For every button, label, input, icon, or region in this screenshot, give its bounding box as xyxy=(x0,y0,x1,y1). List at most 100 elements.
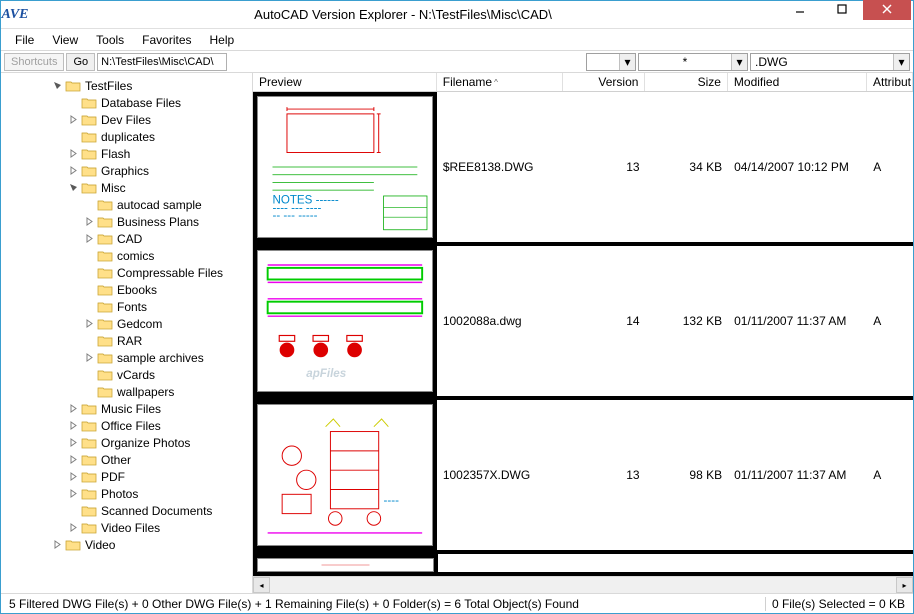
scrollbar-track[interactable] xyxy=(270,577,896,593)
expand-icon[interactable] xyxy=(67,437,79,449)
minimize-button[interactable] xyxy=(779,0,821,20)
menu-favorites[interactable]: Favorites xyxy=(134,31,199,49)
expand-placeholder xyxy=(83,369,95,381)
tree-item[interactable]: autocad sample xyxy=(3,196,250,213)
tree-item[interactable]: Misc xyxy=(3,179,250,196)
column-header-preview[interactable]: Preview xyxy=(253,73,437,91)
tree-item[interactable]: Database Files xyxy=(3,94,250,111)
tree-item[interactable]: RAR xyxy=(3,332,250,349)
cell-modified: 04/14/2007 10:12 PM xyxy=(728,92,867,242)
expand-icon[interactable] xyxy=(67,148,79,160)
tree-item[interactable]: Dev Files xyxy=(3,111,250,128)
expand-icon[interactable] xyxy=(51,539,63,551)
tree-item[interactable]: TestFiles xyxy=(3,77,250,94)
file-row[interactable] xyxy=(253,554,913,576)
filter2-combo[interactable]: * ▾ xyxy=(638,53,748,71)
tree-item-label: Organize Photos xyxy=(101,436,190,450)
horizontal-scrollbar[interactable]: ◂ ▸ xyxy=(253,576,913,593)
folder-icon xyxy=(97,232,113,246)
folder-icon xyxy=(81,164,97,178)
folder-icon xyxy=(97,249,113,263)
tree-item[interactable]: Gedcom xyxy=(3,315,250,332)
column-header-attribut[interactable]: Attribut xyxy=(867,73,913,91)
folder-tree[interactable]: TestFilesDatabase FilesDev Filesduplicat… xyxy=(1,73,253,593)
tree-item[interactable]: sample archives xyxy=(3,349,250,366)
go-button[interactable]: Go xyxy=(66,53,95,71)
scroll-left-button[interactable]: ◂ xyxy=(253,577,270,593)
column-header-version[interactable]: Version xyxy=(563,73,646,91)
tree-item[interactable]: Fonts xyxy=(3,298,250,315)
menubar: FileViewToolsFavoritesHelp xyxy=(1,29,913,51)
tree-item[interactable]: duplicates xyxy=(3,128,250,145)
expand-icon[interactable] xyxy=(67,420,79,432)
folder-icon xyxy=(97,317,113,331)
tree-item[interactable]: Flash xyxy=(3,145,250,162)
path-input[interactable]: N:\TestFiles\Misc\CAD\ xyxy=(97,53,227,71)
expand-icon[interactable] xyxy=(67,454,79,466)
tree-item-label: Flash xyxy=(101,147,130,161)
scroll-right-button[interactable]: ▸ xyxy=(896,577,913,593)
tree-item[interactable]: comics xyxy=(3,247,250,264)
tree-item[interactable]: Ebooks xyxy=(3,281,250,298)
cell-size: 98 KB xyxy=(646,400,729,550)
expand-icon[interactable] xyxy=(67,403,79,415)
file-row[interactable]: ----1002357X.DWG1398 KB01/11/2007 11:37 … xyxy=(253,400,913,554)
expand-icon[interactable] xyxy=(83,318,95,330)
file-row[interactable]: apFiles1002088a.dwg14132 KB01/11/2007 11… xyxy=(253,246,913,400)
tree-item[interactable]: Music Files xyxy=(3,400,250,417)
filter1-combo[interactable]: ▾ xyxy=(586,53,636,71)
menu-view[interactable]: View xyxy=(44,31,86,49)
column-header-filename[interactable]: Filename^ xyxy=(437,73,563,91)
tree-item[interactable]: Compressable Files xyxy=(3,264,250,281)
cell-attr: A xyxy=(867,246,913,396)
tree-item[interactable]: Scanned Documents xyxy=(3,502,250,519)
tree-item[interactable]: PDF xyxy=(3,468,250,485)
close-button[interactable] xyxy=(863,0,911,20)
tree-item[interactable]: Organize Photos xyxy=(3,434,250,451)
folder-icon xyxy=(81,419,97,433)
expand-icon[interactable] xyxy=(83,352,95,364)
expand-placeholder xyxy=(67,97,79,109)
tree-item[interactable]: Office Files xyxy=(3,417,250,434)
expand-icon[interactable] xyxy=(67,165,79,177)
tree-item[interactable]: Business Plans xyxy=(3,213,250,230)
cell-filename: 1002088a.dwg xyxy=(437,246,563,396)
tree-item[interactable]: Graphics xyxy=(3,162,250,179)
expand-placeholder xyxy=(83,267,95,279)
column-header-size[interactable]: Size xyxy=(645,73,728,91)
tree-item-label: Fonts xyxy=(117,300,147,314)
tree-item[interactable]: CAD xyxy=(3,230,250,247)
tree-item-label: Graphics xyxy=(101,164,149,178)
expand-icon[interactable] xyxy=(83,216,95,228)
tree-item-label: Ebooks xyxy=(117,283,157,297)
maximize-button[interactable] xyxy=(821,0,863,20)
expand-icon[interactable] xyxy=(67,114,79,126)
tree-item-label: RAR xyxy=(117,334,142,348)
shortcuts-button[interactable]: Shortcuts xyxy=(4,53,64,71)
tree-item[interactable]: Photos xyxy=(3,485,250,502)
tree-item[interactable]: vCards xyxy=(3,366,250,383)
column-label: Size xyxy=(698,75,721,89)
expand-icon[interactable] xyxy=(67,488,79,500)
file-list[interactable]: NOTES ---------- --- ------ --- -----$RE… xyxy=(253,92,913,576)
menu-tools[interactable]: Tools xyxy=(88,31,132,49)
expand-icon[interactable] xyxy=(67,522,79,534)
file-row[interactable]: NOTES ---------- --- ------ --- -----$RE… xyxy=(253,92,913,246)
column-header-modified[interactable]: Modified xyxy=(728,73,867,91)
menu-help[interactable]: Help xyxy=(202,31,243,49)
tree-item-label: Office Files xyxy=(101,419,161,433)
collapse-icon[interactable] xyxy=(51,80,63,92)
folder-icon xyxy=(97,215,113,229)
filter3-combo[interactable]: .DWG ▾ xyxy=(750,53,910,71)
tree-item-label: autocad sample xyxy=(117,198,202,212)
tree-item[interactable]: Video xyxy=(3,536,250,553)
tree-item[interactable]: Other xyxy=(3,451,250,468)
collapse-icon[interactable] xyxy=(67,182,79,194)
expand-icon[interactable] xyxy=(83,233,95,245)
tree-item[interactable]: wallpapers xyxy=(3,383,250,400)
menu-file[interactable]: File xyxy=(7,31,42,49)
expand-icon[interactable] xyxy=(67,471,79,483)
folder-icon xyxy=(97,300,113,314)
folder-icon xyxy=(81,436,97,450)
tree-item[interactable]: Video Files xyxy=(3,519,250,536)
